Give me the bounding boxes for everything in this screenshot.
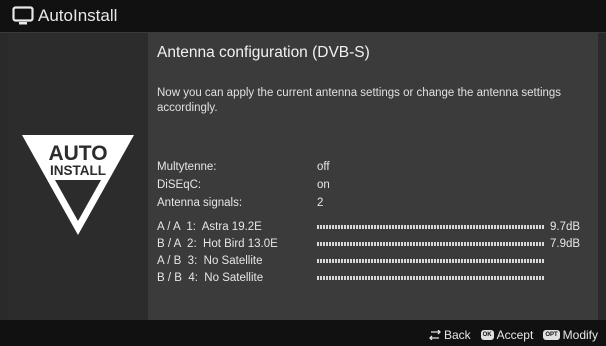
setting-value: 2	[317, 197, 324, 209]
signal-strength-bar	[317, 225, 545, 229]
autoinstall-logo: AUTO INSTALL	[22, 135, 134, 235]
setting-value: on	[317, 179, 330, 191]
signal-value: 9.7dB	[550, 221, 581, 233]
app-title: AutoInstall	[38, 6, 118, 25]
setting-row-multytenne[interactable]: Multytenne: off	[157, 161, 587, 177]
signal-row[interactable]: A / A 1: Astra 19.2E 9.7dB	[157, 221, 597, 237]
ok-key-icon: OK	[480, 330, 494, 340]
signal-row[interactable]: A / B 3: No Satellite	[157, 255, 597, 271]
logo-line1: AUTO	[48, 142, 107, 165]
description-text: Now you can apply the current antenna se…	[157, 87, 562, 114]
signal-label: B / B 4: No Satellite	[157, 272, 264, 284]
modify-button[interactable]: OPT Modify	[537, 328, 598, 342]
tv-icon	[12, 6, 34, 25]
logo-line2: INSTALL	[50, 163, 106, 178]
signal-strength-bar	[317, 259, 545, 263]
opt-key-icon: OPT	[543, 330, 560, 340]
setting-label: Antenna signals:	[157, 197, 243, 209]
signal-label: B / A 2: Hot Bird 13.0E	[157, 238, 278, 250]
accept-label: Accept	[496, 328, 534, 342]
back-label: Back	[443, 328, 471, 342]
accept-button[interactable]: OK Accept	[475, 328, 534, 342]
signal-label: A / A 1: Astra 19.2E	[157, 221, 262, 233]
setting-row-antenna-signals[interactable]: Antenna signals: 2	[157, 197, 587, 213]
signal-strength-bar	[317, 276, 545, 280]
back-button[interactable]: Back	[428, 328, 471, 342]
signal-row[interactable]: B / A 2: Hot Bird 13.0E 7.9dB	[157, 238, 597, 254]
signal-label: A / B 3: No Satellite	[157, 255, 263, 267]
setting-value: off	[317, 161, 330, 173]
signal-row[interactable]: B / B 4: No Satellite	[157, 272, 597, 288]
footer-actions: Back OK Accept OPT Modify	[428, 328, 598, 342]
setting-row-diseqc[interactable]: DiSEqC: on	[157, 179, 587, 195]
signal-value: 7.9dB	[550, 238, 581, 250]
modify-label: Modify	[562, 328, 598, 342]
title-bar: AutoInstall	[0, 0, 606, 33]
setting-label: DiSEqC:	[157, 179, 202, 191]
signal-strength-bar	[317, 242, 545, 246]
back-arrows-icon	[429, 330, 441, 340]
page-title: Antenna configuration (DVB-S)	[157, 44, 370, 61]
setting-label: Multytenne:	[157, 161, 217, 173]
